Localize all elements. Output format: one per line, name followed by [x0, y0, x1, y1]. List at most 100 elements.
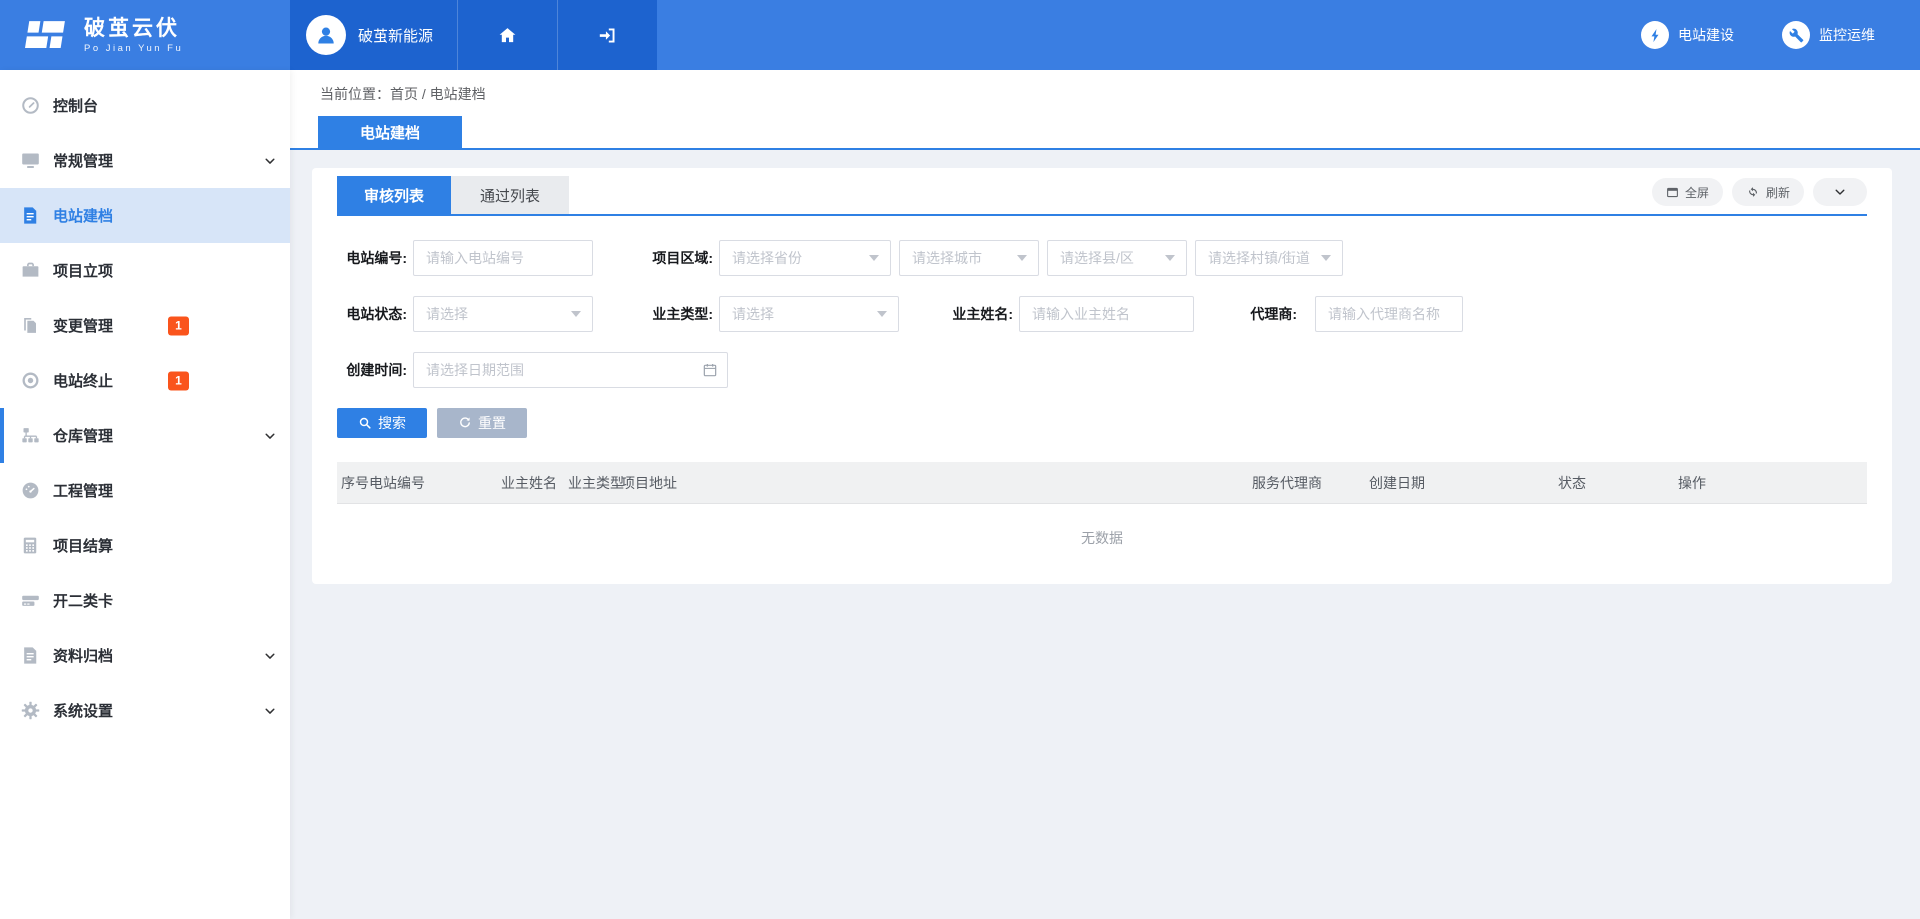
chevron-down-icon	[263, 154, 277, 168]
user-menu[interactable]: 破茧新能源	[290, 0, 457, 70]
station-code-input[interactable]	[413, 240, 593, 276]
column-header: 状态	[1558, 473, 1678, 493]
province-select[interactable]: 请选择省份	[719, 240, 891, 276]
search-icon	[358, 416, 372, 430]
card-icon	[20, 590, 44, 612]
sidebar: 控制台 常规管理 电站建档 项目立项	[0, 70, 290, 919]
sidebar-item-label: 电站建档	[53, 205, 113, 226]
chevron-down-icon	[263, 429, 277, 443]
collapse-toggle-button[interactable]	[1813, 178, 1867, 206]
column-header: 业主姓名	[501, 473, 568, 493]
sidebar-item-warehouse-management[interactable]: 仓库管理	[0, 408, 290, 463]
sidebar-item-data-archiving[interactable]: 资料归档	[0, 628, 290, 683]
fullscreen-icon	[1666, 186, 1679, 199]
reset-icon	[458, 416, 472, 430]
sidebar-item-label: 工程管理	[53, 480, 113, 501]
sidebar-item-station-termination[interactable]: 电站终止 1	[0, 353, 290, 408]
agent-label: 代理商:	[1237, 304, 1297, 324]
caret-down-icon	[1321, 255, 1331, 261]
breadcrumb-prefix: 当前位置：	[320, 86, 390, 102]
lightning-icon	[1641, 21, 1669, 49]
user-strip: 破茧新能源	[290, 0, 657, 70]
nav-station-construction[interactable]: 电站建设	[1641, 21, 1734, 49]
panel-actions: 全屏 刷新	[1652, 178, 1867, 206]
sidebar-item-general-management[interactable]: 常规管理	[0, 133, 290, 188]
column-header: 序号	[341, 473, 369, 493]
sidebar-item-open-type2-card[interactable]: 开二类卡	[0, 573, 290, 628]
column-header: 项目地址	[621, 473, 1252, 493]
sidebar-item-label: 电站终止	[53, 370, 113, 391]
tab-review-list[interactable]: 审核列表	[337, 176, 451, 214]
logo-mark-icon	[22, 18, 72, 52]
owner-name-input[interactable]	[1019, 296, 1194, 332]
gauge-icon	[20, 480, 44, 502]
notification-badge: 1	[168, 316, 189, 335]
sidebar-item-console[interactable]: 控制台	[0, 78, 290, 133]
filter-row-1: 电站编号: 项目区域: 请选择省份 请选择城市 请选择县/区	[337, 240, 1867, 276]
nav-monitoring-ops[interactable]: 监控运维	[1782, 21, 1875, 49]
app-root: 破茧云伏 Po Jian Yun Fu 破茧新能源	[0, 0, 1920, 919]
sidebar-item-change-management[interactable]: 变更管理 1	[0, 298, 290, 353]
sidebar-item-label: 系统设置	[53, 700, 113, 721]
column-header: 电站编号	[369, 473, 501, 493]
page-tab-station-filing[interactable]: 电站建档	[318, 116, 462, 148]
chevron-down-icon	[263, 649, 277, 663]
sidebar-item-project-settlement[interactable]: 项目结算	[0, 518, 290, 573]
sidebar-item-station-filing[interactable]: 电站建档	[0, 188, 290, 243]
caret-down-icon	[571, 311, 581, 317]
company-name: 破茧新能源	[358, 25, 433, 46]
village-select[interactable]: 请选择村镇/街道	[1195, 240, 1343, 276]
sidebar-item-project-initiation[interactable]: 项目立项	[0, 243, 290, 298]
refresh-button[interactable]: 刷新	[1732, 178, 1804, 206]
search-button[interactable]: 搜索	[337, 408, 427, 438]
date-range-input[interactable]	[413, 352, 728, 388]
tab-passed-list[interactable]: 通过列表	[451, 176, 569, 214]
agent-input[interactable]	[1315, 296, 1463, 332]
filter-buttons: 搜索 重置	[337, 408, 1867, 438]
caret-down-icon	[1017, 255, 1027, 261]
logo-subtitle: Po Jian Yun Fu	[84, 43, 183, 54]
city-select[interactable]: 请选择城市	[899, 240, 1039, 276]
sidebar-item-label: 仓库管理	[53, 425, 113, 446]
sidebar-item-label: 变更管理	[53, 315, 113, 336]
station-code-label: 电站编号:	[337, 248, 407, 268]
create-time-label: 创建时间:	[337, 360, 407, 380]
page-content: 审核列表 通过列表 全屏 刷新	[290, 150, 1920, 584]
sidebar-item-label: 项目立项	[53, 260, 113, 281]
record-icon	[20, 370, 44, 392]
breadcrumb-path[interactable]: 首页 / 电站建档	[390, 86, 486, 102]
main-area: 当前位置：首页 / 电站建档 电站建档 审核列表 通过列表 全屏	[290, 70, 1920, 919]
station-status-label: 电站状态:	[337, 304, 407, 324]
chevron-down-icon	[1833, 185, 1847, 199]
sidebar-item-engineering-management[interactable]: 工程管理	[0, 463, 290, 518]
logout-button[interactable]	[557, 0, 657, 70]
panel-tab-bar: 审核列表 通过列表 全屏 刷新	[337, 176, 1867, 216]
page-topbar: 当前位置：首页 / 电站建档 电站建档	[290, 70, 1920, 150]
copy-icon	[20, 315, 44, 337]
fullscreen-button[interactable]: 全屏	[1652, 178, 1723, 206]
table-header: 序号 电站编号 业主姓名 业主类型 项目地址 服务代理商 创建日期 状态 操作	[337, 462, 1867, 504]
sidebar-item-system-settings[interactable]: 系统设置	[0, 683, 290, 738]
sidebar-item-label: 项目结算	[53, 535, 113, 556]
station-status-select[interactable]: 请选择	[413, 296, 593, 332]
top-header: 破茧云伏 Po Jian Yun Fu 破茧新能源	[0, 0, 1920, 70]
header-right-nav: 电站建设 监控运维	[657, 0, 1920, 70]
logo-title: 破茧云伏	[84, 17, 183, 41]
calculator-icon	[20, 535, 44, 557]
caret-down-icon	[869, 255, 879, 261]
home-button[interactable]	[457, 0, 557, 70]
dashboard-icon	[20, 95, 44, 117]
breadcrumb: 当前位置：首页 / 电站建档	[320, 84, 486, 104]
county-select[interactable]: 请选择县/区	[1047, 240, 1187, 276]
owner-type-label: 业主类型:	[643, 304, 713, 324]
owner-type-select[interactable]: 请选择	[719, 296, 899, 332]
filter-form: 电站编号: 项目区域: 请选择省份 请选择城市 请选择县/区	[337, 216, 1867, 438]
gear-icon	[20, 700, 44, 722]
column-header: 服务代理商	[1252, 473, 1369, 493]
reset-button[interactable]: 重置	[437, 408, 527, 438]
sidebar-item-label: 开二类卡	[53, 590, 113, 611]
notification-badge: 1	[168, 371, 189, 390]
region-label: 项目区域:	[643, 248, 713, 268]
document-icon	[20, 205, 44, 227]
monitor-icon	[20, 150, 44, 172]
